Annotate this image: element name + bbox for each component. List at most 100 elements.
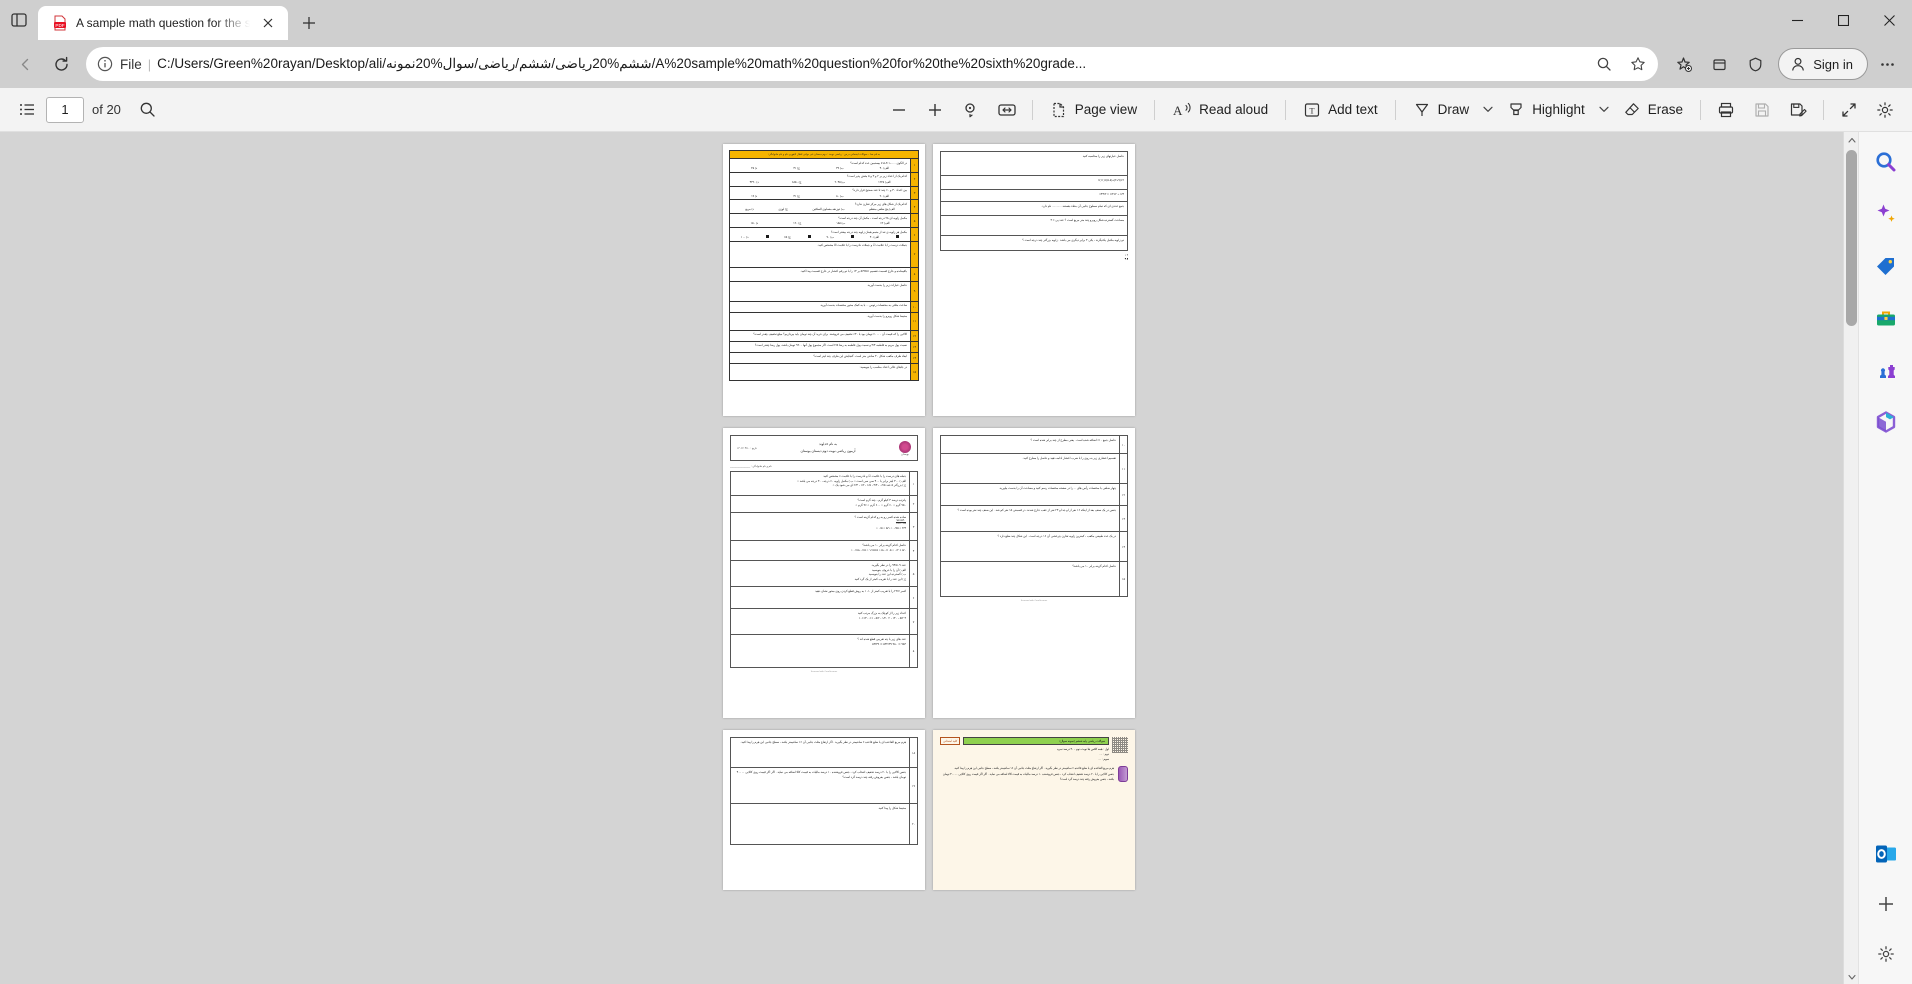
table-row: ١٢ کالایی را که قیمت آن ۶۰۰۰۰ تومان بود ب… bbox=[730, 330, 918, 342]
maximize-icon[interactable] bbox=[1820, 0, 1866, 40]
page-view-button[interactable]: Page view bbox=[1041, 94, 1146, 126]
collections-icon[interactable] bbox=[1702, 47, 1736, 81]
url-text[interactable]: C:/Users/Green%20rayan/Desktop/ali/ششم%2… bbox=[157, 56, 1584, 72]
q-body: محیط شکل روبرو را بدست آورید. bbox=[866, 314, 907, 319]
page-view-label: Page view bbox=[1074, 102, 1138, 117]
page-number-input[interactable]: 1 bbox=[46, 96, 84, 123]
fit-width-icon[interactable] bbox=[990, 94, 1024, 126]
search-icon[interactable] bbox=[131, 94, 165, 126]
table-row: ١۵ در جاهای خالی اعداد مناسب را بنویسید: bbox=[730, 363, 918, 380]
sign-in-button[interactable]: Sign in bbox=[1778, 48, 1868, 80]
favorites-icon[interactable] bbox=[1666, 47, 1700, 81]
exam-sheet: ١٠ حاصل جمع ۱۰٪ اضافه شده است . یعنی مطرح… bbox=[933, 428, 1135, 609]
minimize-icon[interactable] bbox=[1774, 0, 1820, 40]
browser-tab[interactable]: PDF A sample math question for the s bbox=[38, 6, 288, 40]
table-row: ٣ ساده شده کسر رو به رو کدام گزینه است ؟ ٩… bbox=[731, 513, 917, 541]
sidebar-bottom bbox=[1870, 838, 1902, 970]
scroll-up-icon[interactable] bbox=[1844, 132, 1858, 147]
table-row: ١۴ در یک عدد طبیعی مکعب ، کمترین زاویه تق… bbox=[941, 532, 1127, 562]
read-aloud-button[interactable]: A Read aloud bbox=[1163, 94, 1277, 126]
tools-icon[interactable] bbox=[1870, 302, 1902, 334]
erase-button[interactable]: Erase bbox=[1614, 94, 1692, 126]
line: هرم مربع القاعده ای با ضلع قاعده ۶ سانتی… bbox=[740, 740, 906, 744]
draw-chevron-down-icon[interactable] bbox=[1480, 106, 1496, 113]
table-row: ٨ باقیمانده و خارج قسمت تقسیم ۵/۹۹۵۱ بر ۱… bbox=[730, 267, 918, 282]
q-number: ۶ bbox=[909, 587, 917, 608]
q-body: مکمل زاویه ای ۲۸ درجه است ، مکمل آن چند … bbox=[750, 215, 907, 226]
scrollbar-thumb[interactable] bbox=[1846, 150, 1857, 326]
table-of-contents-icon[interactable] bbox=[10, 94, 44, 126]
search-icon[interactable] bbox=[1870, 146, 1902, 178]
zoom-out-icon[interactable] bbox=[882, 94, 916, 126]
table-row: ١٩ جنس کالایی را با ۲۰ درصد تخفیف انتخاب … bbox=[731, 768, 917, 804]
svg-text:T: T bbox=[1310, 105, 1316, 115]
browser-menu-icon[interactable] bbox=[1870, 47, 1904, 81]
line: محیط شکل را پیدا کنید. bbox=[877, 806, 906, 810]
print-icon[interactable] bbox=[1709, 94, 1743, 126]
q-number: ۵ bbox=[910, 214, 918, 228]
q-number: ٣ bbox=[910, 186, 918, 200]
shopping-tag-icon[interactable] bbox=[1870, 250, 1902, 282]
toolbar-divider bbox=[1031, 99, 1033, 120]
table-row: ١١ تقسیم اعشاری زیر به روی را با ضرب اعشا… bbox=[941, 454, 1127, 484]
zoom-in-icon[interactable] bbox=[918, 94, 952, 126]
table-row: ١٠ حاصل جمع ۱۰٪ اضافه شده است . یعنی مطرح… bbox=[941, 436, 1127, 454]
info-icon[interactable] bbox=[96, 55, 114, 73]
table-row: ۵ عدد ۹۴/۵۰۹ را در نظر بگیرید. الف ) آن را… bbox=[731, 561, 917, 587]
rotate-icon[interactable] bbox=[954, 94, 988, 126]
games-icon[interactable] bbox=[1870, 354, 1902, 386]
line: ٣/۶ ÷ ٢×١/٣ = ٢/۴۴= bbox=[1099, 192, 1124, 196]
q-body: در جاهای خالی اعداد مناسب را بنویسید: bbox=[859, 365, 907, 370]
save-icon[interactable] bbox=[1745, 94, 1779, 126]
table-row: ١٠ ساعت مثلثی به مختصات رئوس ... با به کم… bbox=[730, 301, 918, 313]
toolbar-divider bbox=[1394, 99, 1396, 120]
new-tab-button[interactable] bbox=[292, 6, 326, 40]
browser-essentials-icon[interactable] bbox=[1738, 47, 1772, 81]
pdf-page-2[interactable]: حاصل عبارتهای زیر را محاسبه کنید ٢×(٩+٢)… bbox=[933, 144, 1135, 416]
highlight-chevron-down-icon[interactable] bbox=[1596, 106, 1612, 113]
sidebar-settings-gear-icon[interactable] bbox=[1870, 938, 1902, 970]
q-number: ٣ bbox=[909, 513, 917, 540]
school-name: بوستان bbox=[901, 452, 909, 456]
copilot-icon[interactable] bbox=[1870, 198, 1902, 230]
back-icon[interactable] bbox=[8, 47, 42, 81]
line: تقسیم اعشاری زیر به روی را با ضرب اعشار … bbox=[1022, 456, 1117, 460]
table-row: مساحت گسترده شکل روبرو چند متر مربع است … bbox=[941, 216, 1127, 236]
pdf-viewer[interactable]: به نام خدا - سوالات امتحانی درس : ریاضی … bbox=[0, 132, 1858, 984]
outlook-icon[interactable] bbox=[1870, 838, 1902, 870]
add-text-button[interactable]: T Add text bbox=[1294, 94, 1387, 126]
table-row: ١ جمله های درست را با علامت ☑ و نادرست را… bbox=[731, 472, 917, 496]
pdf-page-4[interactable]: ١٠ حاصل جمع ۱۰٪ اضافه شده است . یعنی مطرح… bbox=[933, 428, 1135, 718]
scan-footer: Scanned with CamScanner bbox=[1020, 600, 1048, 602]
table-row: ۶ کسر ٢٢/٧ را با تقریب کمتر از ١٠/٠ به رو… bbox=[731, 587, 917, 609]
tab-actions-icon[interactable] bbox=[0, 0, 38, 40]
pdf-page-3[interactable]: بوستان به نام خداوند آزمون ریاضی نوبت دو… bbox=[723, 428, 925, 718]
window-controls bbox=[1774, 0, 1912, 40]
url-bar[interactable]: File | C:/Users/Green%20rayan/Desktop/al… bbox=[86, 47, 1659, 81]
highlight-button[interactable]: Highlight bbox=[1498, 94, 1594, 126]
search-in-page-icon[interactable] bbox=[1590, 50, 1618, 78]
pdf-page-1[interactable]: به نام خدا - سوالات امتحانی درس : ریاضی … bbox=[723, 144, 925, 416]
q-number: ١٨ bbox=[909, 738, 917, 767]
table-row: ۶ مکمل هر زاویه ی تند از متمم همان زاویه … bbox=[730, 228, 918, 242]
microsoft365-icon[interactable] bbox=[1870, 406, 1902, 438]
add-sidebar-icon[interactable] bbox=[1870, 888, 1902, 920]
scroll-down-icon[interactable] bbox=[1844, 969, 1858, 984]
close-icon[interactable] bbox=[258, 13, 278, 33]
qr-code bbox=[1112, 737, 1128, 753]
favorite-star-icon[interactable] bbox=[1624, 50, 1652, 78]
q-body: ساعت مثلثی به مختصات رئوس ... با به کمک … bbox=[819, 303, 907, 308]
pdf-page-5[interactable]: ١٨ هرم مربع القاعده ای با ضلع قاعده ۶ سان… bbox=[723, 730, 925, 890]
reload-icon[interactable] bbox=[44, 47, 78, 81]
pdf-page-6[interactable]: سوالات ریاضی پایه ششم (نمونه سوال) اول :… bbox=[933, 730, 1135, 890]
table-row: ٢ پانزده درصد ۴ کیلو گرم ، چند گرم است؟ ٩۵… bbox=[731, 496, 917, 513]
window-close-icon[interactable] bbox=[1866, 0, 1912, 40]
formula-block: ٣۵ ١٢ bbox=[1124, 254, 1128, 261]
save-as-icon[interactable] bbox=[1781, 94, 1815, 126]
settings-gear-icon[interactable] bbox=[1868, 94, 1902, 126]
exam-title-block: به نام خداوند آزمون ریاضی نوبت دوم دبستا… bbox=[800, 441, 855, 455]
pdf-toolbar: 1 of 20 Page view A Read aloud T Add tex… bbox=[0, 88, 1912, 132]
vertical-scrollbar[interactable] bbox=[1843, 132, 1858, 984]
fullscreen-icon[interactable] bbox=[1832, 94, 1866, 126]
draw-button[interactable]: Draw bbox=[1404, 94, 1479, 126]
